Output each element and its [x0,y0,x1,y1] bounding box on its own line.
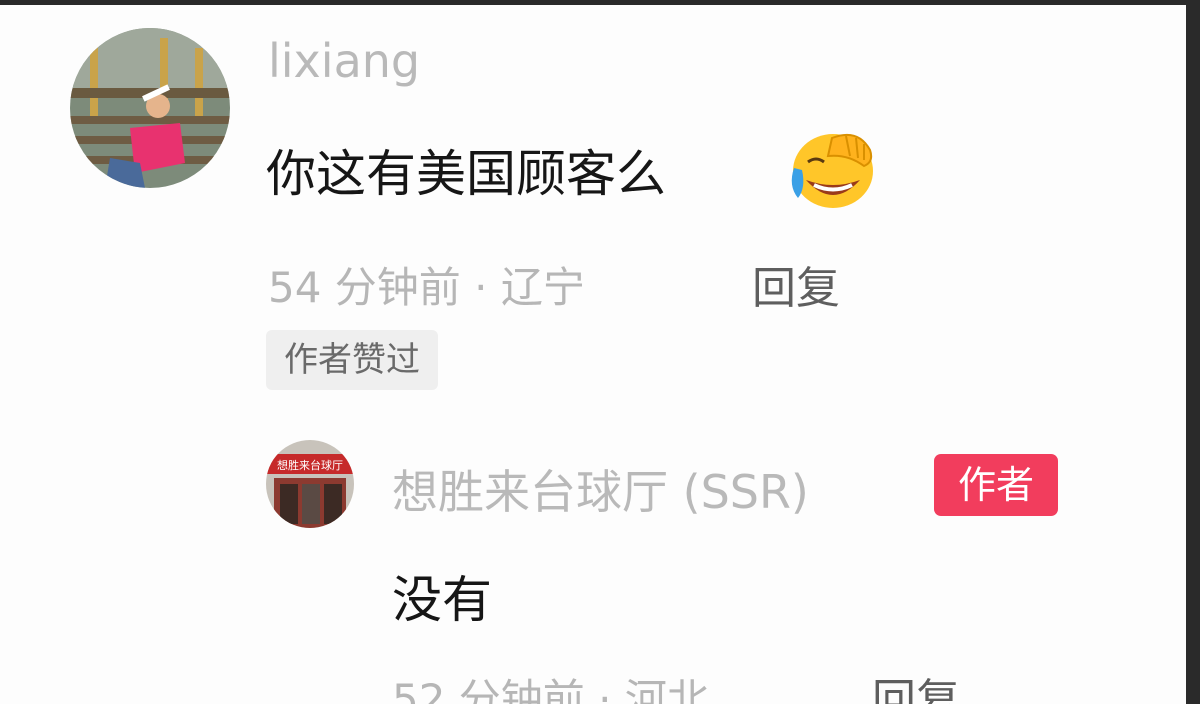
reply-reply-button[interactable]: 回复 [872,664,960,704]
comment-text: 你这有美国顾客么 [266,134,666,206]
username[interactable]: lixiang [268,34,420,88]
reply-meta-separator: · [598,675,612,704]
comment-meta: 54 分钟前 · 辽宁 [268,254,585,315]
comment-text-body: 你这有美国顾客么 [266,145,666,203]
svg-text:想胜来台球厅: 想胜来台球厅 [277,458,343,472]
reply-meta: 52 分钟前 · 河北 [392,666,709,704]
comment-location: 辽宁 [500,263,585,312]
laughing-crying-emoji-icon [788,128,878,210]
reply-text: 没有 [392,571,492,629]
author-badge: 作者 [934,454,1058,516]
avatar-photo [70,28,230,188]
reply-avatar[interactable]: 想胜来台球厅 [266,440,354,528]
reply-username[interactable]: 想胜来台球厅 (SSR) [392,456,809,522]
meta-separator: · [474,263,488,312]
shop-front-image: 想胜来台球厅 [266,440,354,528]
comment-thread: lixiang 你这有美国顾客么 54 分钟前 · 辽宁 回复 作者赞过 想胜来… [0,0,1200,704]
avatar[interactable] [70,28,230,188]
reply-button[interactable]: 回复 [752,252,840,316]
right-edge [1186,0,1200,704]
reply-time: 52 分钟前 [392,675,585,704]
top-edge [0,0,1200,5]
author-liked-badge: 作者赞过 [266,330,438,390]
comment-time: 54 分钟前 [268,263,461,312]
reply-location: 河北 [624,675,709,704]
